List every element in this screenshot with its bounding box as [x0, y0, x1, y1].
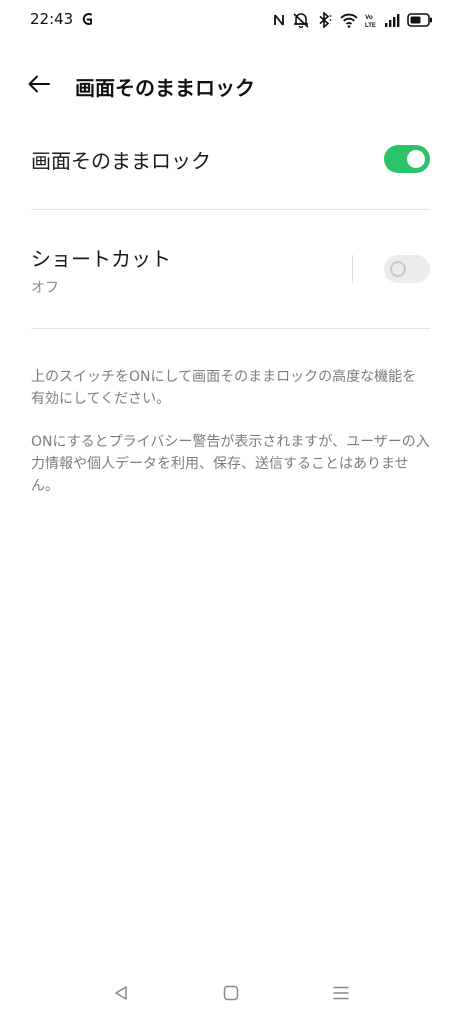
arrow-left-icon	[28, 75, 50, 97]
nav-bar	[0, 980, 461, 1010]
nav-recents-button[interactable]	[326, 980, 356, 1010]
nav-home-button[interactable]	[216, 980, 246, 1010]
shortcut-toggle[interactable]	[384, 255, 430, 283]
status-bar: 22:43 Vo LTE	[0, 0, 461, 40]
setting-sublabel-shortcut: オフ	[31, 280, 59, 296]
setting-row-screen-lock[interactable]: 画面そのままロック	[31, 138, 430, 180]
setting-row-shortcut[interactable]: ショートカット オフ	[31, 240, 430, 300]
setting-label-screen-lock: 画面そのままロック	[31, 149, 211, 173]
vertical-separator	[352, 255, 353, 283]
battery-icon	[407, 13, 433, 27]
divider	[31, 209, 430, 210]
description-paragraph-2: ONにするとプライバシー警告が表示されますが、ユーザーの入力情報や個人データを利…	[31, 434, 430, 494]
svg-text:Vo: Vo	[365, 14, 373, 21]
status-time: 22:43	[30, 10, 74, 28]
recents-menu-icon	[333, 985, 349, 1005]
svg-text:LTE: LTE	[365, 23, 376, 28]
app-notification-icon	[80, 11, 94, 27]
nfc-icon	[273, 13, 285, 27]
signal-icon	[384, 13, 400, 27]
wifi-icon	[340, 13, 358, 28]
back-triangle-icon	[113, 985, 129, 1005]
page-title: 画面そのままロック	[75, 76, 255, 100]
toggle-knob	[407, 150, 425, 168]
description-paragraph-1: 上のスイッチをONにして画面そのままロックの高度な機能を有効にしてください。	[31, 369, 417, 407]
back-button[interactable]	[22, 71, 56, 101]
volte-icon: Vo LTE	[365, 12, 377, 28]
screen: 22:43 Vo LTE 画面そのままロック 画面そのままロック ショートカット…	[0, 0, 461, 1024]
toggle-knob	[390, 261, 406, 277]
header: 画面そのままロック	[0, 64, 461, 108]
bluetooth-icon	[317, 12, 333, 28]
nav-back-button[interactable]	[106, 980, 136, 1010]
mute-icon	[292, 12, 310, 28]
home-square-icon	[223, 985, 239, 1005]
divider	[31, 328, 430, 329]
setting-label-shortcut: ショートカット	[31, 247, 171, 271]
status-icons: Vo LTE	[273, 10, 433, 30]
screen-lock-toggle[interactable]	[384, 145, 430, 173]
